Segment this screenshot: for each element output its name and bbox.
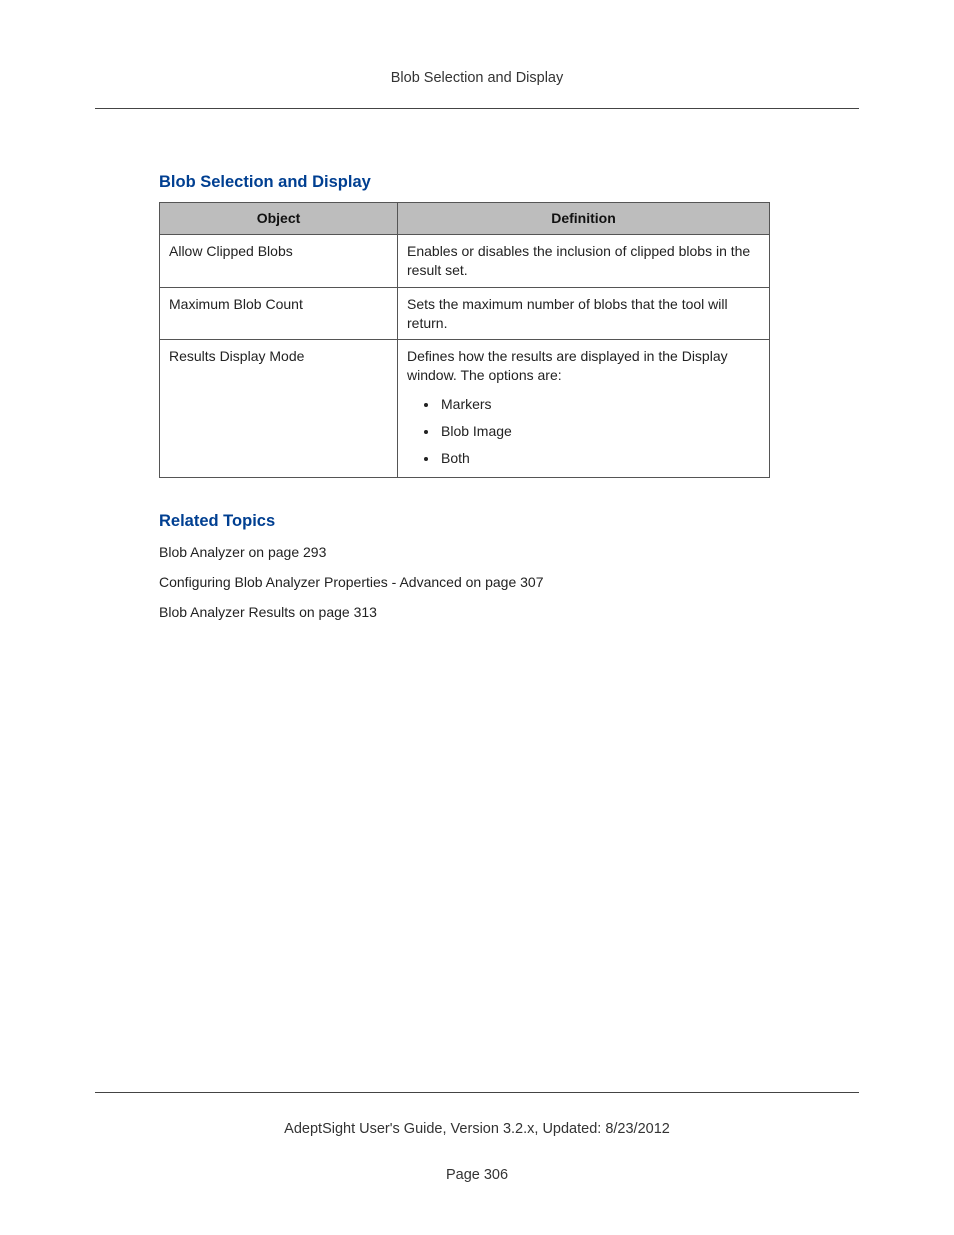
footer-text: AdeptSight User's Guide, Version 3.2.x, …	[95, 1121, 859, 1137]
table-cell-definition: Enables or disables the inclusion of cli…	[398, 234, 770, 287]
table-cell-definition: Sets the maximum number of blobs that th…	[398, 287, 770, 340]
page-container: Blob Selection and Display Blob Selectio…	[0, 0, 954, 1235]
table-cell-object: Results Display Mode	[160, 340, 398, 477]
table-cell-definition: Defines how the results are displayed in…	[398, 340, 770, 477]
table-header-row: Object Definition	[160, 203, 770, 235]
related-topic-link[interactable]: Blob Analyzer on page 293	[159, 543, 835, 561]
section-heading: Blob Selection and Display	[159, 173, 835, 192]
definitions-table: Object Definition Allow Clipped Blobs En…	[159, 202, 770, 478]
list-item: Both	[439, 449, 760, 468]
list-item: Markers	[439, 395, 760, 414]
page-footer: AdeptSight User's Guide, Version 3.2.x, …	[95, 1092, 859, 1183]
table-header-object: Object	[160, 203, 398, 235]
related-topic-link[interactable]: Blob Analyzer Results on page 313	[159, 603, 835, 621]
page-number: Page 306	[95, 1167, 859, 1183]
footer-divider	[95, 1092, 859, 1093]
table-row: Results Display Mode Defines how the res…	[160, 340, 770, 477]
related-topics-heading: Related Topics	[159, 512, 835, 531]
table-cell-object: Allow Clipped Blobs	[160, 234, 398, 287]
list-item: Blob Image	[439, 422, 760, 441]
options-list: Markers Blob Image Both	[407, 395, 760, 468]
page-header-title: Blob Selection and Display	[95, 70, 859, 109]
content-area: Blob Selection and Display Object Defini…	[95, 173, 859, 621]
table-row: Maximum Blob Count Sets the maximum numb…	[160, 287, 770, 340]
table-header-definition: Definition	[398, 203, 770, 235]
definition-lead-text: Defines how the results are displayed in…	[407, 347, 760, 385]
table-cell-object: Maximum Blob Count	[160, 287, 398, 340]
table-row: Allow Clipped Blobs Enables or disables …	[160, 234, 770, 287]
related-topic-link[interactable]: Configuring Blob Analyzer Properties - A…	[159, 573, 835, 591]
